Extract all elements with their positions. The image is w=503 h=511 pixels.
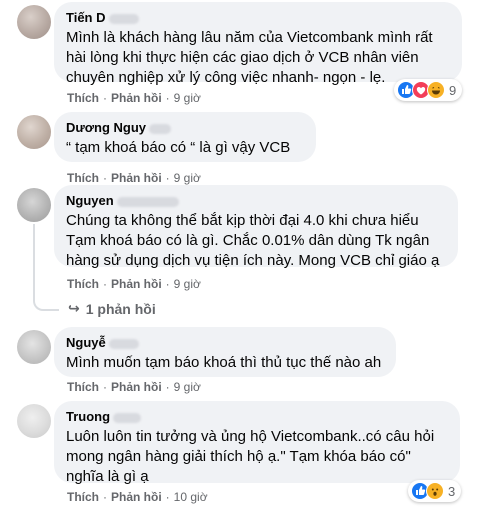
reply-link[interactable]: Phản hồi	[111, 490, 162, 504]
like-link[interactable]: Thích	[67, 171, 99, 185]
separator: ·	[165, 490, 170, 504]
comment-thread: Tiến D Mình là khách hàng lâu năm của Vi…	[0, 0, 503, 511]
separator: ·	[103, 171, 107, 185]
separator: ·	[103, 277, 107, 291]
like-link[interactable]: Thích	[67, 380, 99, 394]
comment-author[interactable]: Tiến D	[66, 10, 450, 26]
separator: ·	[165, 171, 170, 185]
comment-text: Mình muốn tạm báo khoá thì thủ tục thế n…	[66, 354, 382, 371]
reply-link[interactable]: Phản hồi	[111, 380, 162, 394]
comment-bubble: Truong Luôn luôn tin tưởng và ủng hộ Vie…	[54, 401, 460, 485]
comment-bubble: Nguyen Chúng ta không thể bắt kịp thời đ…	[54, 185, 458, 269]
haha-icon	[427, 81, 445, 99]
separator: ·	[103, 490, 107, 504]
reply-thread-line	[33, 224, 59, 311]
timestamp[interactable]: 10 giờ	[174, 490, 208, 504]
reaction-summary[interactable]: 9	[394, 79, 463, 101]
reaction-summary[interactable]: 3	[408, 480, 462, 502]
avatar[interactable]	[17, 5, 51, 39]
avatar[interactable]	[17, 404, 51, 438]
reaction-count: 3	[448, 483, 456, 499]
separator: ·	[103, 91, 107, 105]
reaction-count: 9	[449, 82, 457, 98]
like-link[interactable]: Thích	[67, 490, 99, 504]
comment-actions: Thích · Phản hồi · 10 giờ	[67, 489, 208, 505]
comment-bubble: Tiến D Mình là khách hàng lâu năm của Vi…	[54, 2, 462, 86]
comment-actions: Thích · Phản hồi · 9 giờ	[67, 170, 201, 186]
comment-text: Mình là khách hàng lâu năm của Vietcomba…	[66, 29, 433, 86]
like-link[interactable]: Thích	[67, 91, 99, 105]
reply-link[interactable]: Phản hồi	[111, 171, 162, 185]
like-link[interactable]: Thích	[67, 277, 99, 291]
avatar[interactable]	[17, 330, 51, 364]
separator: ·	[103, 380, 107, 394]
comment-author[interactable]: Nguyễ	[66, 335, 384, 351]
comment-actions: Thích · Phản hồi · 9 giờ	[67, 90, 201, 106]
replies-count: 1 phản hồi	[85, 300, 156, 317]
comment-bubble: Nguyễ Mình muốn tạm báo khoá thì thủ tục…	[54, 327, 396, 377]
view-replies-link[interactable]: ↪ 1 phản hồi	[68, 300, 156, 317]
comment-text: Luôn luôn tin tưởng và ủng hộ Vietcomban…	[66, 428, 435, 485]
comment-author[interactable]: Dương Nguy	[66, 120, 304, 136]
timestamp[interactable]: 9 giờ	[174, 277, 201, 291]
comment-actions: Thích · Phản hồi · 9 giờ	[67, 276, 201, 292]
wow-icon	[426, 482, 444, 500]
timestamp[interactable]: 9 giờ	[174, 380, 201, 394]
comment-text: “ tạm khoá báo có “ là gì vậy VCB	[66, 139, 291, 156]
timestamp[interactable]: 9 giờ	[174, 171, 201, 185]
reply-arrow-icon: ↪	[68, 300, 80, 316]
separator: ·	[165, 91, 170, 105]
separator: ·	[165, 277, 170, 291]
comment-author[interactable]: Nguyen	[66, 193, 446, 209]
comment-text: Chúng ta không thể bắt kịp thời đại 4.0 …	[66, 212, 440, 269]
comment-actions: Thích · Phản hồi · 9 giờ	[67, 379, 201, 395]
avatar[interactable]	[17, 115, 51, 149]
reply-link[interactable]: Phản hồi	[111, 277, 162, 291]
avatar[interactable]	[17, 188, 51, 222]
comment-author[interactable]: Truong	[66, 409, 448, 425]
comment-bubble: Dương Nguy “ tạm khoá báo có “ là gì vậy…	[54, 112, 316, 162]
reply-link[interactable]: Phản hồi	[111, 91, 162, 105]
separator: ·	[165, 380, 170, 394]
timestamp[interactable]: 9 giờ	[174, 91, 201, 105]
